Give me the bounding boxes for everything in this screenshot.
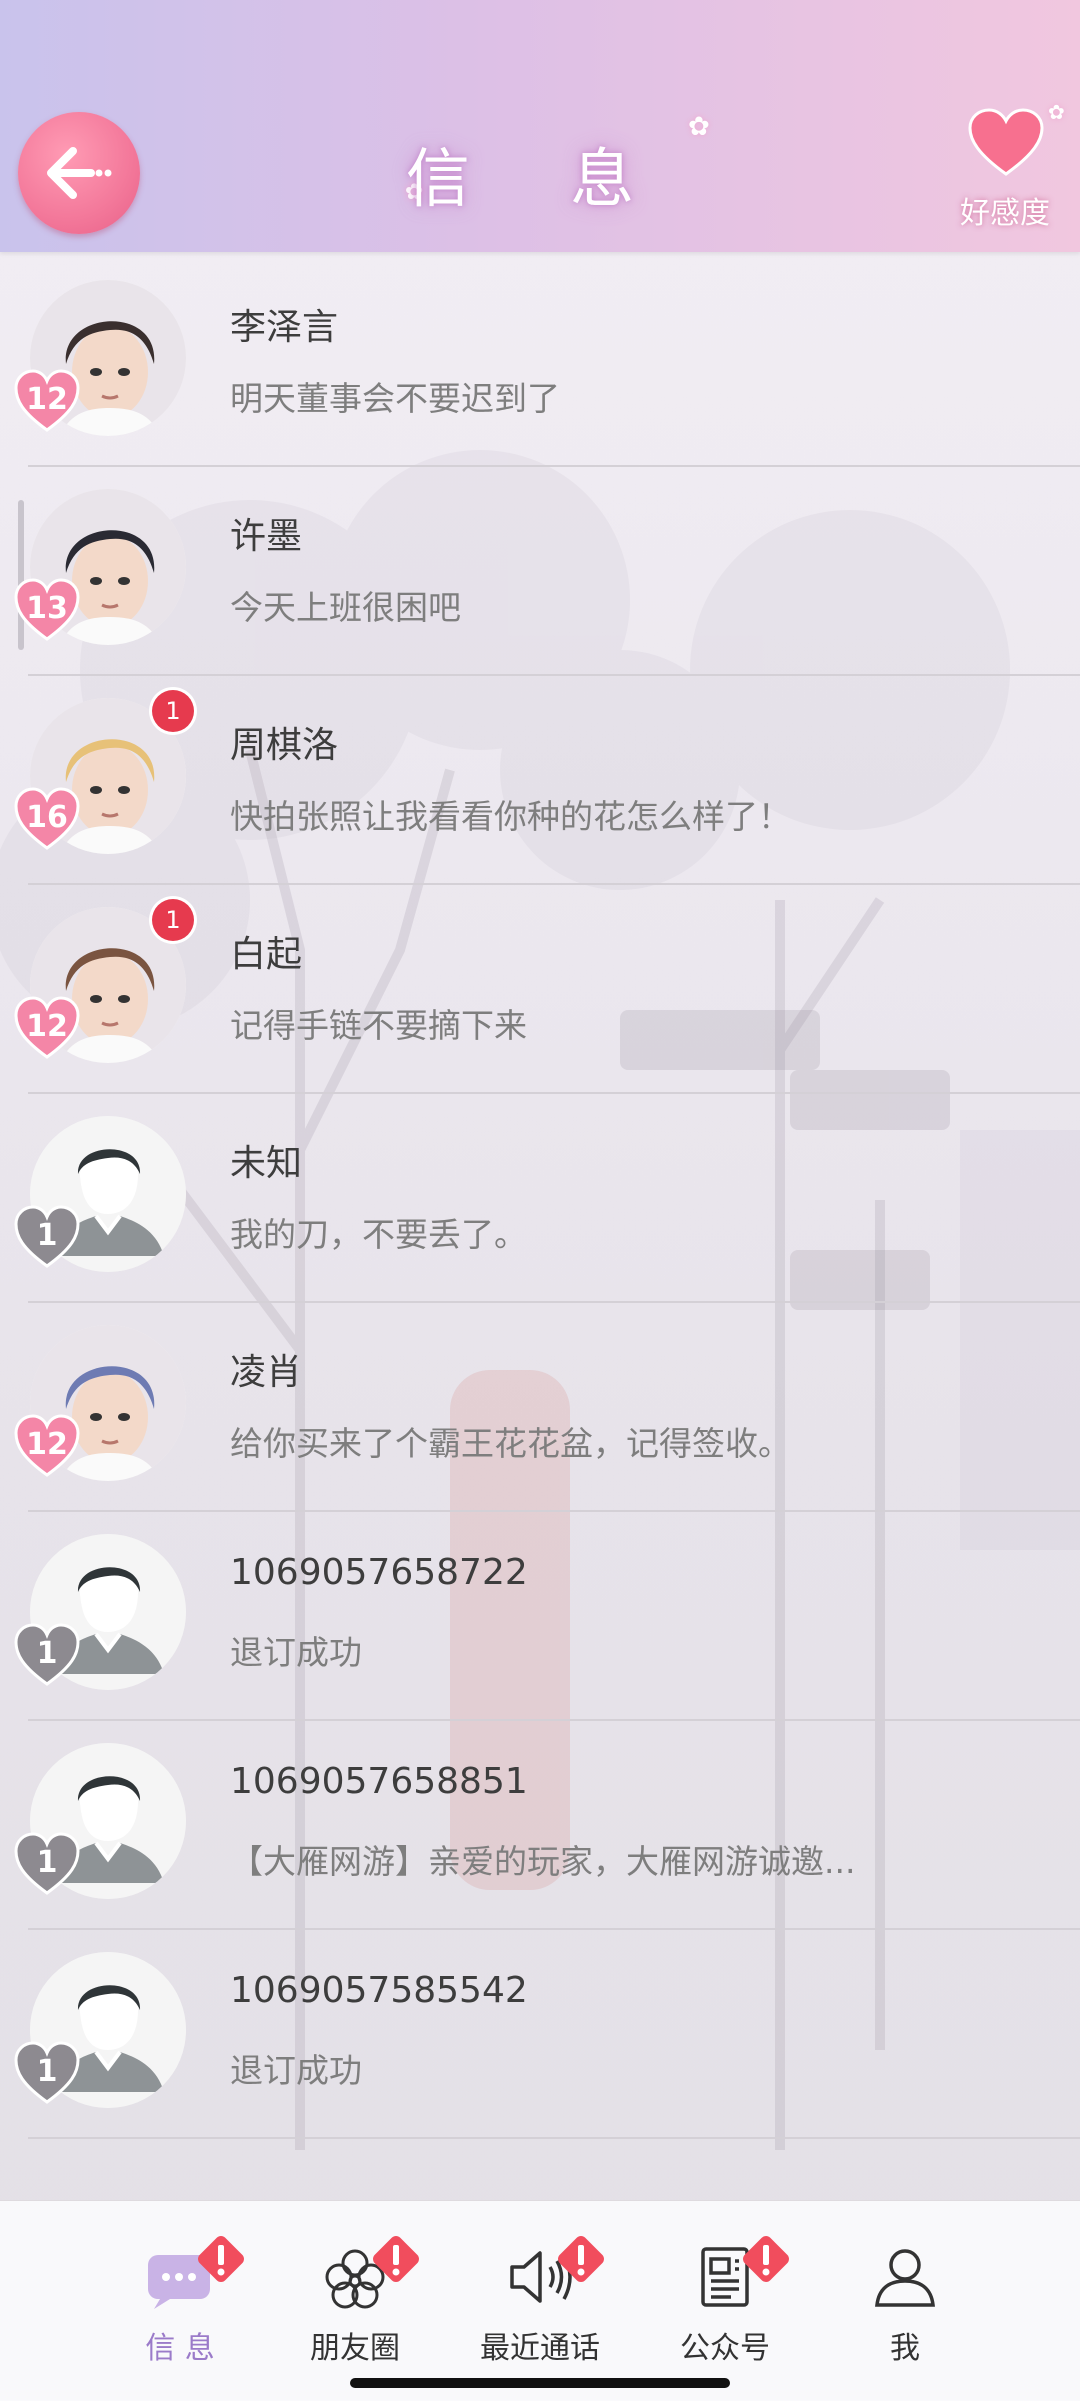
affinity-label: 好感度 — [960, 196, 1050, 231]
tab-label: 信 息 — [145, 2331, 215, 2366]
message-row[interactable]: 12 凌肖给你买来了个霸王花花盆，记得签收。 — [0, 1303, 1080, 1512]
message-preview: 给你买来了个霸王花花盆，记得签收。 — [230, 1424, 791, 1463]
alert-icon — [553, 2231, 609, 2287]
alert-icon — [193, 2231, 249, 2287]
contact-name: 白起 — [230, 934, 303, 975]
contact-name: 未知 — [230, 1143, 303, 1184]
person-icon — [865, 2241, 945, 2311]
message-preview: 我的刀，不要丢了。 — [230, 1215, 527, 1254]
affinity-level: 1 — [36, 1845, 58, 1880]
message-preview: 明天董事会不要迟到了 — [230, 379, 560, 418]
app-header: ✿ ✿ ✿ 信 息 好感度 — [0, 0, 1080, 252]
message-preview: 快拍张照让我看看你种的花怎么样了！ — [230, 797, 791, 836]
message-row[interactable]: 1 未知我的刀，不要丢了。 — [0, 1094, 1080, 1303]
tab-chat-bubble[interactable]: 信 息 — [95, 2231, 265, 2381]
affinity-level: 13 — [26, 591, 68, 626]
affinity-level: 12 — [26, 1427, 68, 1462]
contact-name: 1069057658851 — [230, 1761, 528, 1802]
affinity-heart-badge: 1 — [14, 1622, 80, 1688]
page-title: 信 息 — [405, 143, 675, 217]
alert-icon — [368, 2231, 424, 2287]
unread-badge: 1 — [152, 899, 194, 941]
message-row[interactable]: 1 1069057658851 【大雁网游】亲爱的玩家，大雁网游诚邀... — [0, 1721, 1080, 1930]
affinity-heart-badge: 1 — [14, 1204, 80, 1270]
tab-flower[interactable]: 朋友圈 — [270, 2231, 440, 2381]
affinity-level: 1 — [36, 1218, 58, 1253]
unread-badge: 1 — [152, 690, 194, 732]
tab-label: 最近通话 — [480, 2331, 600, 2366]
message-row[interactable]: 12 1 白起记得手链不要摘下来 — [0, 885, 1080, 1094]
contact-name: 1069057658722 — [230, 1552, 528, 1593]
tab-newspaper[interactable]: 公众号 — [640, 2231, 810, 2381]
contact-name: 凌肖 — [230, 1352, 303, 1393]
message-list: 12 李泽言明天董事会不要迟到了 13 许墨今天上班很困吧 16 1 周棋洛快拍张照让我看看… — [0, 258, 1080, 2139]
message-preview: 退订成功 — [230, 1633, 362, 1672]
heart-icon — [968, 108, 1044, 176]
alert-icon — [738, 2231, 794, 2287]
tab-label: 公众号 — [680, 2331, 770, 2366]
affinity-level: 12 — [26, 1009, 68, 1044]
message-preview: 今天上班很困吧 — [230, 588, 461, 627]
affinity-level: 1 — [36, 2054, 58, 2089]
message-row[interactable]: 16 1 周棋洛快拍张照让我看看你种的花怎么样了！ — [0, 676, 1080, 885]
affinity-heart-badge: 12 — [14, 1413, 80, 1479]
affinity-button[interactable]: 好感度 — [950, 108, 1060, 238]
contact-name: 李泽言 — [230, 307, 339, 348]
affinity-heart-badge: 13 — [14, 577, 80, 643]
message-row[interactable]: 1 1069057658722 退订成功 — [0, 1512, 1080, 1721]
affinity-heart-badge: 12 — [14, 368, 80, 434]
contact-name: 1069057585542 — [230, 1970, 528, 2011]
tab-speaker[interactable]: 最近通话 — [455, 2231, 625, 2381]
affinity-level: 1 — [36, 1636, 58, 1671]
message-row[interactable]: 12 李泽言明天董事会不要迟到了 — [0, 258, 1080, 467]
contact-name: 周棋洛 — [230, 725, 339, 766]
home-indicator[interactable] — [350, 2378, 730, 2388]
affinity-level: 16 — [26, 800, 68, 835]
message-row[interactable]: 1 1069057585542 退订成功 — [0, 1930, 1080, 2139]
tab-label: 朋友圈 — [310, 2331, 400, 2366]
message-preview: 退订成功 — [230, 2051, 362, 2090]
affinity-heart-badge: 16 — [14, 786, 80, 852]
affinity-level: 12 — [26, 382, 68, 417]
message-row[interactable]: 13 许墨今天上班很困吧 — [0, 467, 1080, 676]
tab-person[interactable]: 我 — [820, 2231, 990, 2381]
contact-name: 许墨 — [230, 516, 303, 557]
affinity-heart-badge: 12 — [14, 995, 80, 1061]
affinity-heart-badge: 1 — [14, 2040, 80, 2106]
message-preview: 【大雁网游】亲爱的玩家，大雁网游诚邀... — [230, 1842, 856, 1881]
affinity-heart-badge: 1 — [14, 1831, 80, 1897]
bottom-tab-bar: 信 息 朋友圈 最近通话 公众号 我 — [0, 2200, 1080, 2401]
message-preview: 记得手链不要摘下来 — [230, 1006, 527, 1045]
tab-label: 我 — [890, 2331, 920, 2366]
